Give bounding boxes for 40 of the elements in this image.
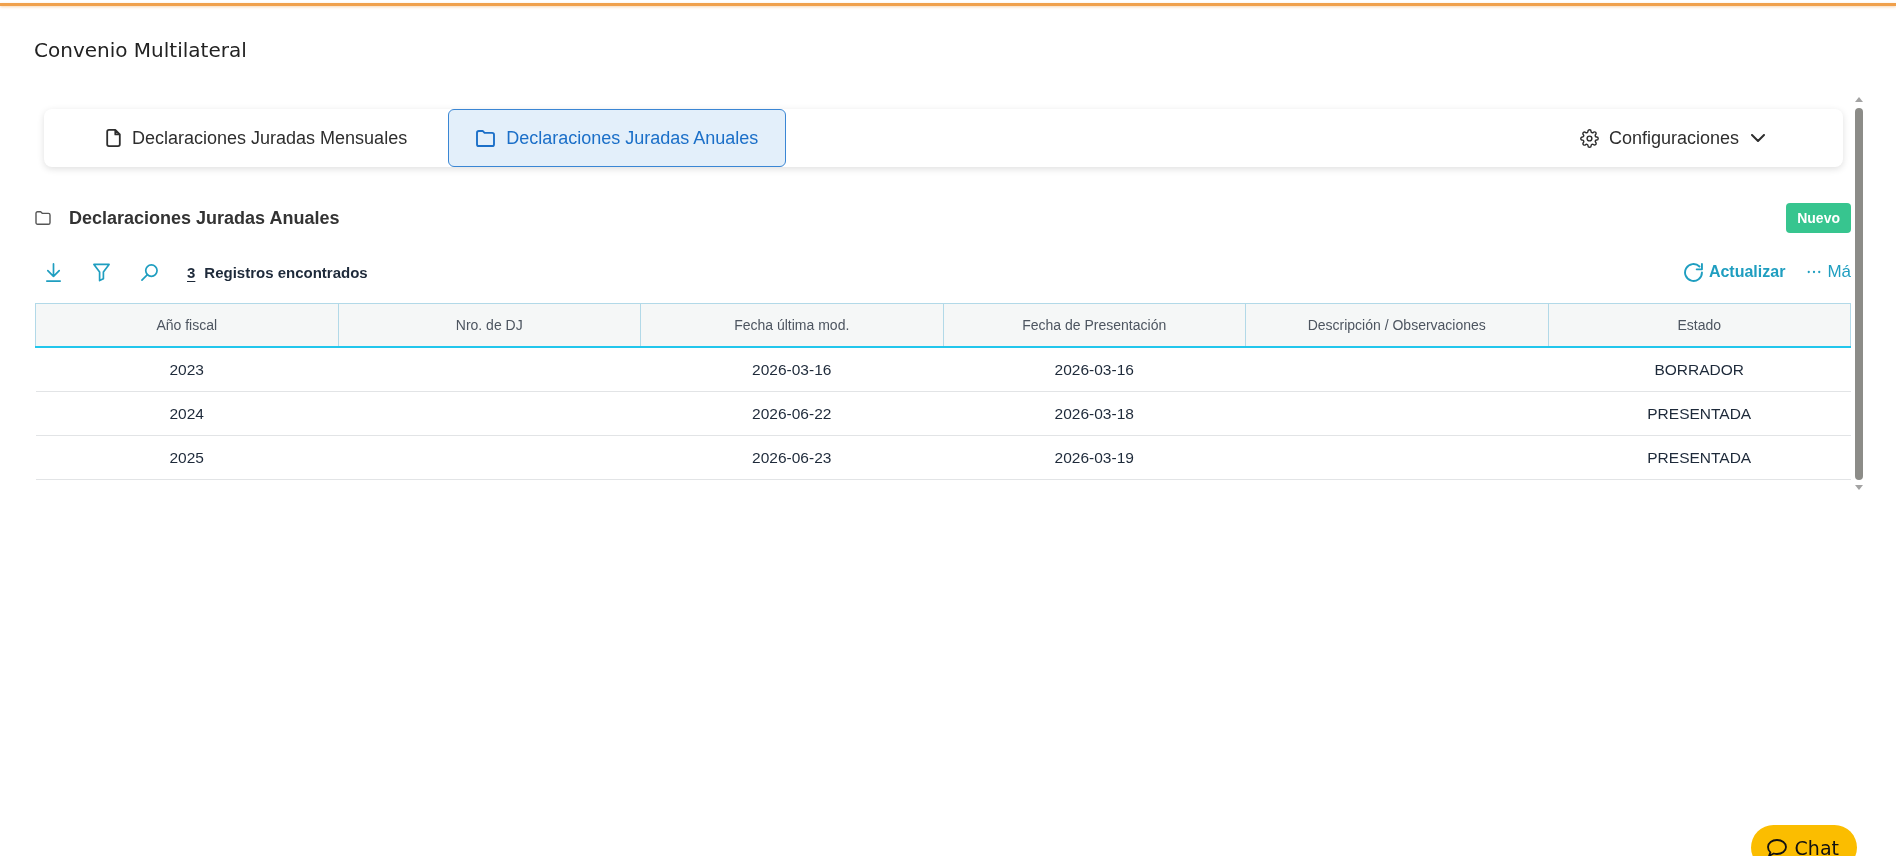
tab[interactable]: Declaraciones Juradas Anuales [448, 109, 787, 167]
scroll-down-icon[interactable] [1855, 485, 1863, 490]
folder-icon [35, 211, 51, 225]
page-title: Convenio Multilateral [34, 37, 247, 64]
section-title: Declaraciones Juradas Anuales [69, 207, 340, 229]
refresh-icon [1683, 262, 1703, 282]
table-cell: 2023 [35, 347, 338, 392]
table-cell: 2026-03-19 [943, 435, 1246, 480]
column-header[interactable]: Descripción / Observaciones [1245, 303, 1548, 347]
scrollbar-thumb[interactable] [1855, 108, 1863, 480]
record-count-label: Registros encontrados [204, 263, 368, 281]
table-cell: 2026-03-16 [943, 347, 1246, 392]
column-header[interactable]: Fecha de Presentación [943, 303, 1246, 347]
column-header[interactable]: Fecha última mod. [640, 303, 943, 347]
ellipsis-icon [1807, 270, 1822, 274]
chat-button[interactable]: Chat [1750, 825, 1857, 856]
table-cell: BORRADOR [1548, 347, 1851, 392]
search-icon[interactable] [141, 262, 158, 282]
settings-menu-button[interactable]: Configuraciones [1567, 109, 1777, 167]
column-header[interactable]: Estado [1548, 303, 1851, 347]
settings-icon [1579, 128, 1599, 148]
table-cell: 2026-06-23 [640, 435, 943, 480]
column-header[interactable]: Año fiscal [35, 303, 338, 347]
tab[interactable]: Declaraciones Juradas Mensuales [78, 109, 436, 167]
speech-bubble-icon [1766, 838, 1787, 856]
table-cell: 2024 [35, 391, 338, 436]
filter-icon[interactable] [93, 262, 110, 282]
table-cell: PRESENTADA [1548, 391, 1851, 436]
download-icon[interactable] [45, 262, 62, 282]
folder-icon [476, 129, 496, 147]
table-cell: PRESENTADA [1548, 435, 1851, 480]
table-cell: 2025 [35, 435, 338, 480]
table-cell: 2026-06-22 [640, 391, 943, 436]
record-count: 3 [187, 263, 196, 281]
scroll-up-icon[interactable] [1855, 97, 1863, 102]
table-cell: 2026-03-16 [640, 347, 943, 392]
document-icon [106, 129, 121, 147]
table-cell: 2026-03-18 [943, 391, 1246, 436]
chevron-down-icon [1751, 134, 1765, 142]
column-header[interactable]: Nro. de DJ [338, 303, 641, 347]
